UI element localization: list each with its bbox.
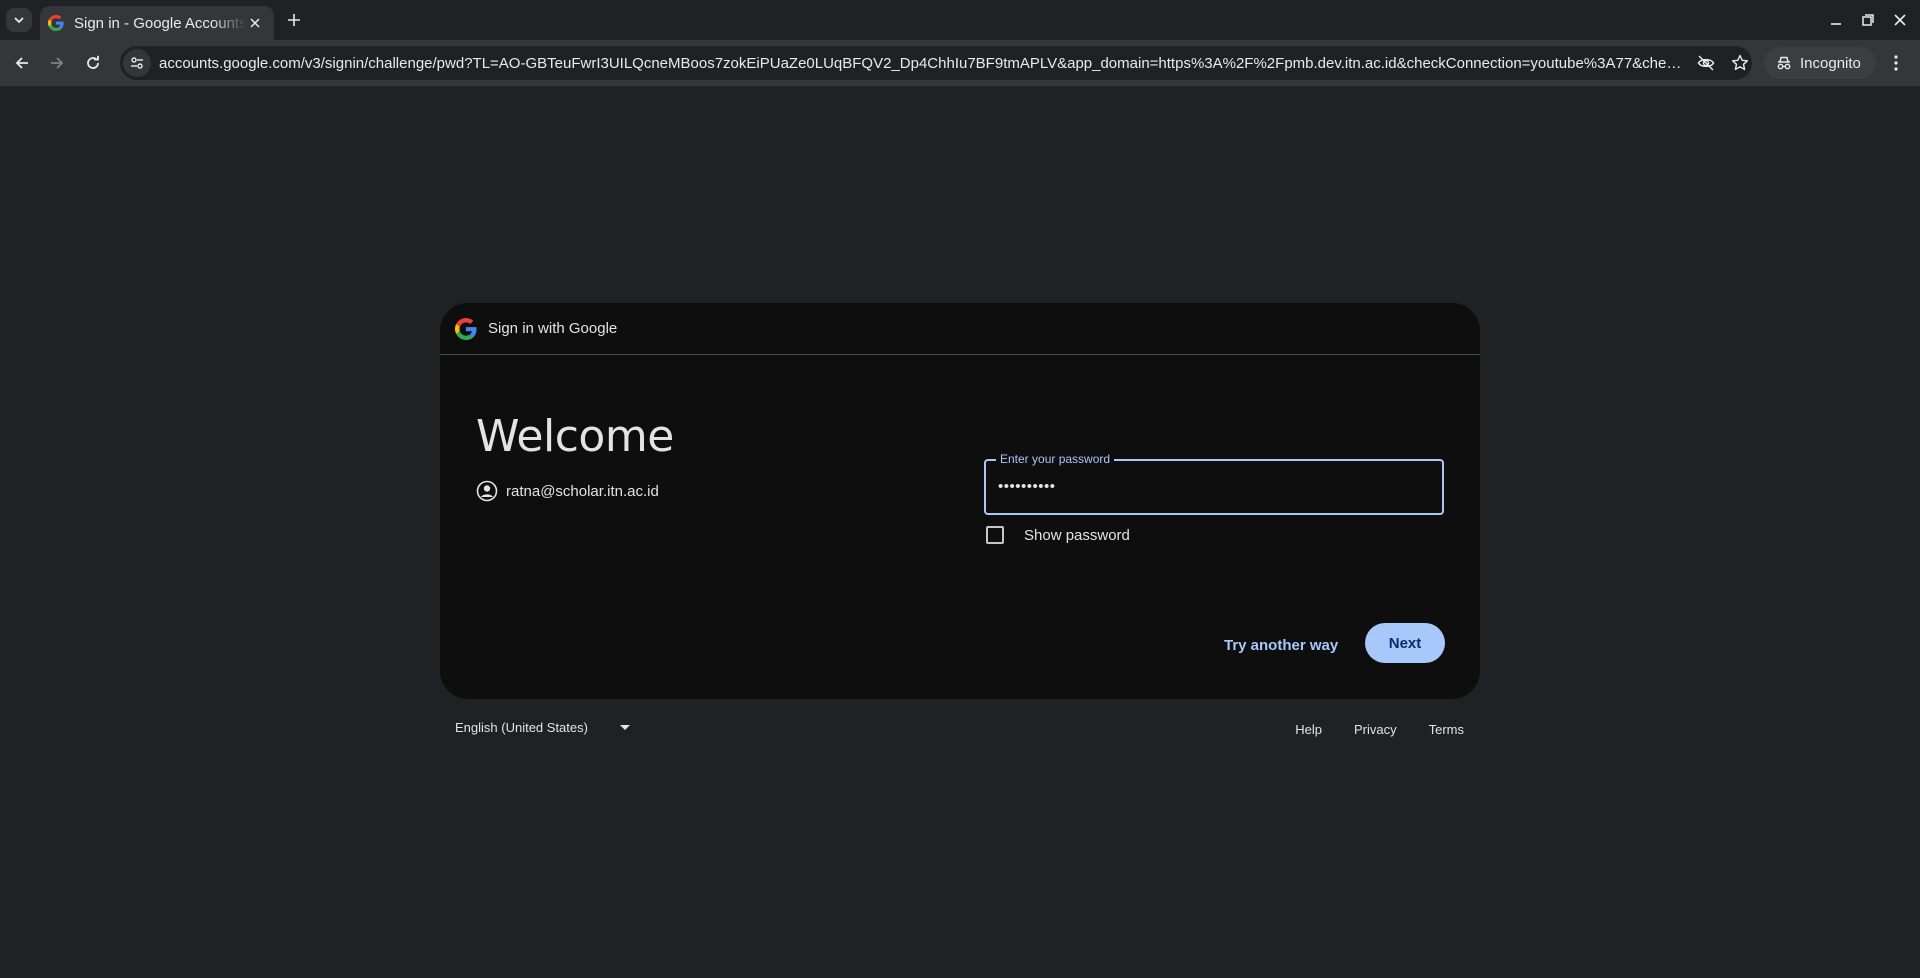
minimize-icon [1831,23,1841,25]
page-title: Welcome [476,411,674,462]
try-another-way-button[interactable]: Try another way [1210,625,1352,665]
site-info-icon [131,57,143,69]
plus-icon [288,14,300,26]
next-button[interactable]: Next [1365,623,1445,663]
reload-button[interactable] [78,48,108,78]
restore-button[interactable] [1856,8,1880,32]
password-input[interactable]: •••••••••• [998,478,1056,495]
tab-search-button[interactable] [6,8,32,32]
new-tab-button[interactable] [282,8,306,32]
incognito-icon [1777,56,1791,70]
back-button[interactable] [7,48,37,78]
google-favicon-icon [48,15,64,31]
caret-down-icon [619,724,630,730]
forward-icon [51,57,64,69]
language-label: English (United States) [455,720,588,735]
close-icon [250,18,260,28]
tab-close-button[interactable] [246,14,264,32]
card-header-text: Sign in with Google [488,320,618,337]
account-chip[interactable]: ratna@scholar.itn.ac.id [476,480,659,502]
browser-menu-button[interactable] [1884,51,1908,75]
help-link[interactable]: Help [1295,722,1322,737]
url-text[interactable]: accounts.google.com/v3/signin/challenge/… [159,55,1684,72]
show-password-toggle[interactable]: Show password [986,526,1130,544]
password-field[interactable]: Enter your password •••••••••• [984,452,1444,515]
card-header: Sign in with Google [440,303,1480,355]
restore-icon [1862,14,1874,26]
password-label: Enter your password [996,452,1115,466]
google-logo-icon [455,317,477,340]
site-info-button[interactable] [123,49,151,77]
eye-off-icon [1697,55,1715,71]
tab-strip: Sign in - Google Accounts [0,0,1920,40]
tracking-protection-button[interactable] [1694,51,1718,75]
address-bar[interactable]: accounts.google.com/v3/signin/challenge/… [120,46,1752,80]
privacy-link[interactable]: Privacy [1354,722,1397,737]
account-email: ratna@scholar.itn.ac.id [506,482,659,500]
signin-card: Sign in with Google Welcome ratna@schola… [440,303,1480,699]
window-close-button[interactable] [1888,8,1912,32]
reload-icon [87,55,99,69]
forward-button[interactable] [42,48,72,78]
show-password-checkbox[interactable] [986,526,1004,544]
incognito-profile-button[interactable]: Incognito [1764,47,1876,79]
tab-active[interactable]: Sign in - Google Accounts [40,6,274,40]
show-password-label: Show password [1024,526,1130,544]
window-close-icon [1894,14,1906,26]
bookmark-button[interactable] [1728,51,1752,75]
tab-title: Sign in - Google Accounts [74,14,246,32]
kebab-menu-icon [1894,55,1898,71]
terms-link[interactable]: Terms [1429,722,1464,737]
back-icon [15,57,28,69]
star-icon [1731,54,1749,71]
browser-toolbar: accounts.google.com/v3/signin/challenge/… [0,40,1920,86]
tab-search-icon [14,17,24,24]
incognito-label: Incognito [1800,54,1861,72]
minimize-button[interactable] [1824,8,1848,32]
language-select[interactable]: English (United States) [455,720,630,735]
footer-links: Help Privacy Terms [1263,722,1464,737]
account-circle-icon [476,480,498,502]
